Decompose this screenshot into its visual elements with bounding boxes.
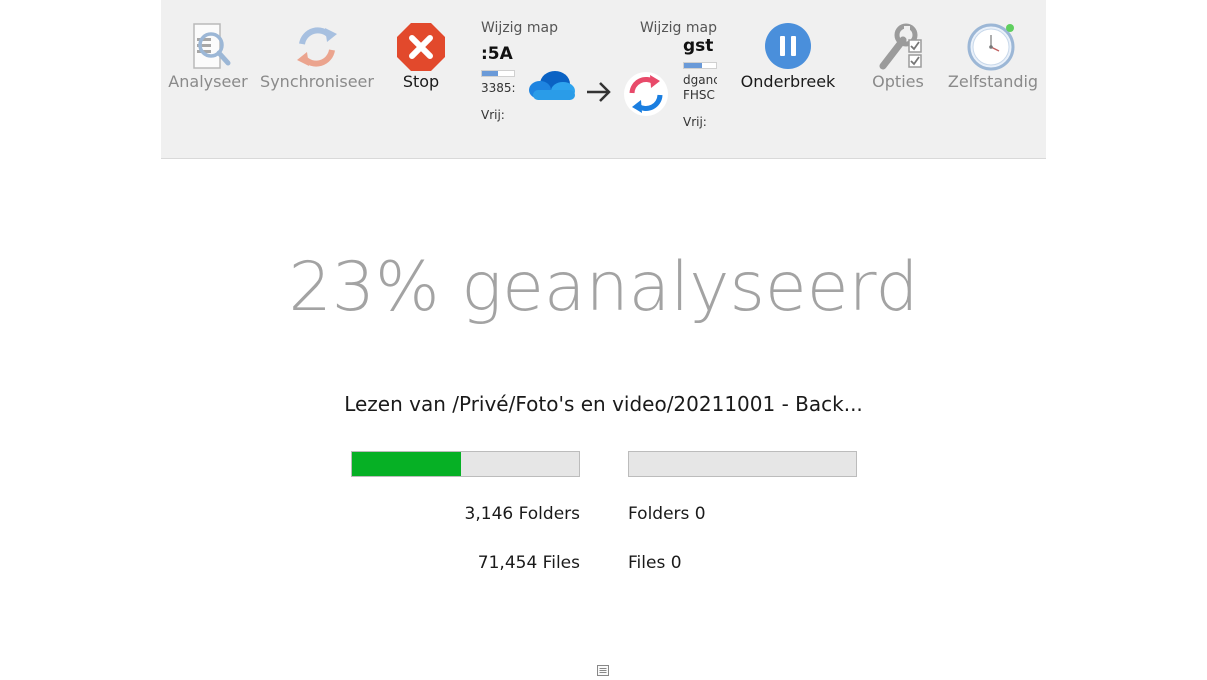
- target-free: Vrij:: [683, 115, 707, 129]
- sync-label: Synchroniseer: [260, 72, 374, 91]
- clock-icon: [966, 22, 1020, 72]
- target-folder-name: gst: [683, 36, 714, 56]
- pause-button[interactable]: Onderbreek: [735, 22, 841, 91]
- analyse-label: Analyseer: [168, 72, 248, 91]
- standalone-label: Zelfstandig: [947, 72, 1039, 91]
- options-button[interactable]: Opties: [865, 22, 931, 91]
- wrench-checkbox-icon: [873, 22, 923, 72]
- toolbar: Analyseer Synchroniseer Stop Wijzig map …: [161, 0, 1046, 159]
- arrow-right-icon: [585, 80, 613, 104]
- standalone-button[interactable]: Zelfstandig: [945, 22, 1041, 91]
- sync-target-icon: [623, 71, 669, 117]
- pause-label: Onderbreek: [740, 72, 836, 91]
- source-size: 3385:: [481, 81, 515, 95]
- source-free: Vrij:: [481, 108, 505, 122]
- target-line1: dganc: [683, 73, 717, 87]
- stop-icon: [396, 22, 446, 72]
- status-text: Lezen van /Privé/Foto's en video/2021100…: [344, 392, 863, 416]
- target-progress-bar: [628, 451, 857, 477]
- analyse-icon: [182, 22, 234, 72]
- source-change-folder-link[interactable]: Wijzig map: [481, 20, 581, 36]
- target-space-bar: [683, 62, 717, 69]
- options-label: Opties: [872, 72, 924, 91]
- source-progress-fill: [352, 452, 461, 476]
- target-line2: FHSC: [683, 88, 715, 102]
- source-folders-count: 3,146 Folders: [464, 504, 580, 524]
- analyse-button[interactable]: Analyseer: [167, 22, 249, 91]
- source-files-count: 71,454 Files: [477, 553, 580, 573]
- progress-headline: 23% geanalyseerd: [288, 248, 919, 327]
- target-folder-details: gst dganc FHSC Vrij:: [683, 28, 723, 129]
- target-files-count: Files 0: [628, 553, 682, 573]
- source-space-bar: [481, 70, 515, 77]
- target-folders-count: Folders 0: [628, 504, 706, 524]
- stop-button[interactable]: Stop: [389, 22, 453, 91]
- sync-icon: [292, 22, 342, 72]
- details-toggle-icon[interactable]: [597, 661, 609, 676]
- pause-icon: [763, 22, 813, 72]
- source-progress-bar: [351, 451, 580, 477]
- sync-button[interactable]: Synchroniseer: [259, 22, 375, 91]
- onedrive-icon: [525, 66, 577, 106]
- source-folder-name: :5A: [481, 44, 513, 64]
- stop-label: Stop: [402, 72, 440, 91]
